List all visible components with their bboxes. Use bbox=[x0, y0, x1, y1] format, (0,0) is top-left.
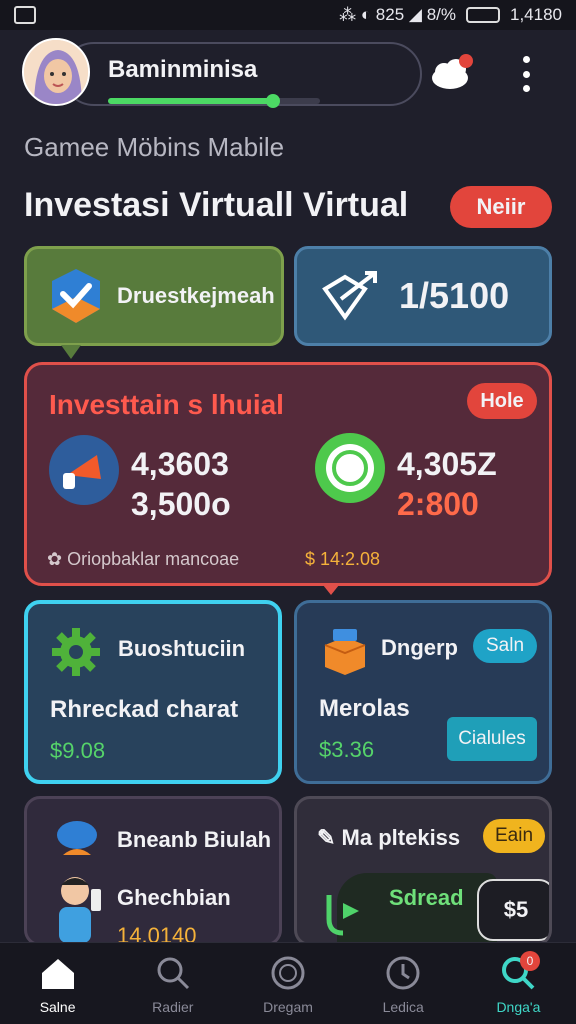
left-stat-a: 4,3603 bbox=[131, 446, 229, 482]
mid-card-left-price: $9.08 bbox=[50, 738, 106, 763]
bottom-card-left-line: Ghechbian bbox=[117, 885, 231, 910]
mid-card-right-price: $3.36 bbox=[319, 737, 375, 762]
notification-cloud-button[interactable] bbox=[428, 52, 474, 92]
spread-label: Sdread bbox=[389, 885, 464, 910]
xp-progress-bar bbox=[108, 94, 320, 108]
right-stat-a: 4,305Z bbox=[397, 446, 497, 482]
plug-icon bbox=[326, 895, 359, 936]
battery-icon bbox=[466, 7, 500, 23]
nav-item-coin[interactable]: Dregam bbox=[230, 943, 345, 1024]
screenshot-icon bbox=[14, 6, 36, 24]
xp-progress-fill bbox=[108, 98, 274, 104]
search-icon bbox=[157, 957, 189, 989]
profile-header[interactable]: Baminminisa bbox=[22, 38, 422, 108]
status-icons: ⁂ ◐ 825 ◢ 8/% bbox=[339, 5, 456, 24]
investment-footer-left: ✿ Oriopbaklar mancoae bbox=[47, 549, 240, 569]
bait-pill-button[interactable]: Eain bbox=[483, 819, 545, 853]
top-card-right[interactable]: 1/5100 bbox=[294, 246, 552, 346]
home-icon bbox=[41, 958, 74, 989]
box-icon bbox=[324, 629, 366, 675]
hijab-avatar-icon bbox=[24, 40, 88, 104]
green-coin-icon bbox=[315, 433, 385, 503]
mid-card-right-title: Dngerp bbox=[381, 635, 458, 660]
notification-badge: 0 bbox=[520, 951, 541, 971]
mid-card-left[interactable]: Buoshtuciin Rhreckad charat $9.08 bbox=[24, 600, 282, 784]
nav-item-home[interactable]: Salne bbox=[0, 943, 115, 1024]
cloud-person-icon bbox=[57, 821, 97, 855]
price-chip-button[interactable]: $5 bbox=[477, 879, 549, 941]
values-button[interactable]: Cialules bbox=[447, 717, 537, 761]
gear-icon bbox=[52, 628, 100, 676]
left-stat-b: 3,500o bbox=[131, 486, 231, 522]
bottom-card-right-title: ✎ Ma pltekiss bbox=[317, 825, 461, 850]
top-card-right-value: 1/5100 bbox=[399, 275, 510, 316]
mid-card-right-line: Merolas bbox=[319, 695, 410, 722]
hold-badge-button[interactable]: Hole bbox=[467, 383, 537, 419]
investment-footer-right: $ 14:2.08 bbox=[305, 549, 381, 569]
bottom-card-right[interactable]: ✎ Ma pltekiss Eain Sdread $5 bbox=[294, 796, 552, 946]
clock-icon bbox=[386, 956, 420, 989]
status-bar: ⁂ ◐ 825 ◢ 8/% 1,4180 bbox=[0, 0, 576, 30]
investment-panel[interactable]: Investtain s lhuial Hole 4,3603 3,500o 4… bbox=[24, 362, 552, 595]
shield-arrow-icon bbox=[322, 271, 377, 321]
nav-item-search[interactable]: Radier bbox=[115, 943, 230, 1024]
person-phone-icon bbox=[59, 877, 101, 943]
app-subtitle: Gamee Möbins Mabile bbox=[24, 132, 285, 162]
mid-card-left-title: Buoshtuciin bbox=[118, 636, 246, 661]
megaphone-icon bbox=[49, 435, 119, 505]
coin-icon bbox=[271, 956, 305, 989]
sale-pill-button[interactable]: Saln bbox=[473, 629, 537, 663]
top-card-left[interactable]: Druestkejmeah bbox=[24, 246, 284, 359]
bottom-card-left-title: Bneanb Biulah bbox=[117, 827, 272, 852]
new-badge-button[interactable]: Neiir bbox=[450, 186, 552, 228]
mid-card-right[interactable]: Dngerp Saln Merolas $3.36 Cialules bbox=[294, 600, 552, 784]
nav-item-active-search[interactable]: 0 Dnga'a bbox=[461, 943, 576, 1024]
nav-item-clock[interactable]: Ledica bbox=[346, 943, 461, 1024]
avatar[interactable] bbox=[22, 38, 90, 106]
cloud-icon bbox=[432, 54, 473, 89]
investment-panel-title: Investtain s lhuial bbox=[49, 389, 284, 420]
right-stat-b: 2:800 bbox=[397, 486, 479, 522]
profile-name: Baminminisa bbox=[108, 56, 258, 83]
shield-check-icon bbox=[52, 269, 100, 323]
mid-card-left-line: Rhreckad charat bbox=[50, 696, 239, 723]
top-card-left-label: Druestkejmeah bbox=[117, 283, 275, 308]
xp-progress-knob bbox=[266, 94, 281, 108]
bottom-nav: Salne Radier Dregam Ledica 0 Dnga'a bbox=[0, 942, 576, 1024]
more-menu-button[interactable] bbox=[516, 56, 536, 92]
section-title: Investasi Virtuall Virtual bbox=[24, 186, 409, 224]
bottom-card-left[interactable]: Bneanb Biulah Ghechbian 14.0140 bbox=[24, 796, 282, 946]
status-time: 1,4180 bbox=[510, 5, 562, 24]
